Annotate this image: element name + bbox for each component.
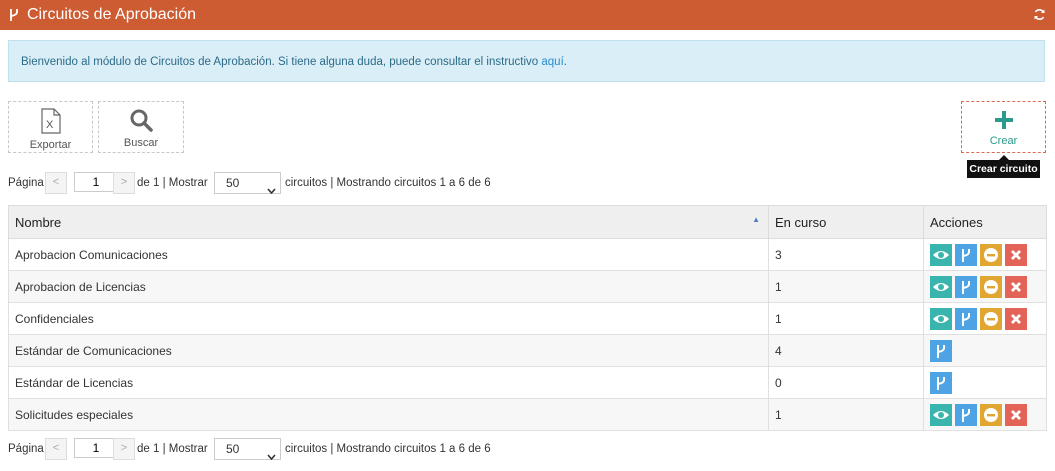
summary-text: circuitos | Mostrando circuitos 1 a 6 de… <box>285 177 491 189</box>
column-header-name[interactable]: Nombre ▲ <box>8 205 769 239</box>
per-page-select[interactable]: 50 <box>214 172 281 195</box>
row-count: 1 <box>768 270 924 303</box>
delete-button[interactable] <box>1005 307 1027 330</box>
row-count: 3 <box>768 238 924 271</box>
circuit-button[interactable] <box>930 371 952 394</box>
row-actions <box>923 366 1047 399</box>
per-page-value: 50 <box>226 442 240 456</box>
circuit-button[interactable] <box>955 307 977 330</box>
branch-icon <box>8 8 20 25</box>
circuit-button[interactable] <box>955 243 977 266</box>
create-button[interactable]: Crear <box>961 101 1046 153</box>
next-page-button[interactable]: > <box>113 438 135 460</box>
disable-button[interactable] <box>980 275 1002 298</box>
row-actions <box>923 238 1047 271</box>
page-input[interactable] <box>74 438 118 458</box>
row-count: 1 <box>768 398 924 431</box>
row-count: 4 <box>768 334 924 367</box>
table-row[interactable]: Aprobacion Comunicaciones 3 <box>8 238 1047 271</box>
column-header-actions: Acciones <box>923 205 1047 239</box>
of-text: de 1 | Mostrar <box>137 177 208 189</box>
row-name: Aprobacion Comunicaciones <box>8 238 769 271</box>
table-row[interactable]: Solicitudes especiales 1 <box>8 398 1047 431</box>
export-button[interactable]: X Exportar <box>8 101 93 153</box>
disable-button[interactable] <box>980 307 1002 330</box>
column-header-in-progress[interactable]: En curso <box>768 205 924 239</box>
row-actions <box>923 270 1047 303</box>
pager-bottom: Página < > de 1 | Mostrar 50 circuitos |… <box>8 438 528 461</box>
export-label: Exportar <box>29 139 72 151</box>
row-count: 0 <box>768 366 924 399</box>
circuit-button[interactable] <box>955 275 977 298</box>
info-banner: Bienvenido al módulo de Circuitos de Apr… <box>8 40 1045 82</box>
page-header: Circuitos de Aprobación <box>0 0 1055 30</box>
table-row[interactable]: Estándar de Licencias 0 <box>8 366 1047 399</box>
per-page-select[interactable]: 50 <box>214 438 281 461</box>
sort-asc-icon: ▲ <box>752 215 760 224</box>
page-label: Página <box>8 443 44 455</box>
circuit-button[interactable] <box>930 339 952 362</box>
instructions-link[interactable]: aquí <box>541 56 563 68</box>
delete-button[interactable] <box>1005 403 1027 426</box>
circuit-button[interactable] <box>955 403 977 426</box>
view-button[interactable] <box>930 275 952 298</box>
table-row[interactable]: Estándar de Comunicaciones 4 <box>8 334 1047 367</box>
next-page-button[interactable]: > <box>113 172 135 194</box>
create-label: Crear <box>989 135 1018 147</box>
row-name: Aprobacion de Licencias <box>8 270 769 303</box>
disable-button[interactable] <box>980 243 1002 266</box>
per-page-value: 50 <box>226 176 240 190</box>
view-button[interactable] <box>930 243 952 266</box>
row-count: 1 <box>768 302 924 335</box>
circuits-table: Nombre ▲ En curso Acciones Aprobacion Com… <box>8 205 1047 431</box>
page-title: Circuitos de Aprobación <box>27 6 196 23</box>
view-button[interactable] <box>930 307 952 330</box>
disable-button[interactable] <box>980 403 1002 426</box>
summary-text: circuitos | Mostrando circuitos 1 a 6 de… <box>285 443 491 455</box>
chevron-down-icon <box>267 446 276 466</box>
of-text: de 1 | Mostrar <box>137 443 208 455</box>
row-name: Confidenciales <box>8 302 769 335</box>
search-label: Buscar <box>123 137 159 149</box>
row-name: Solicitudes especiales <box>8 398 769 431</box>
table-row[interactable]: Confidenciales 1 <box>8 302 1047 335</box>
view-button[interactable] <box>930 403 952 426</box>
refresh-icon[interactable] <box>1033 8 1046 24</box>
pager-top: Página < > de 1 | Mostrar 50 circuitos |… <box>8 172 528 195</box>
page-label: Página <box>8 177 44 189</box>
excel-icon: X <box>9 108 92 137</box>
table-row[interactable]: Aprobacion de Licencias 1 <box>8 270 1047 303</box>
delete-button[interactable] <box>1005 243 1027 266</box>
plus-icon <box>994 110 1014 130</box>
prev-page-button[interactable]: < <box>45 172 67 194</box>
create-tooltip: Crear circuito <box>967 155 1040 178</box>
chevron-down-icon <box>267 180 276 200</box>
row-name: Estándar de Comunicaciones <box>8 334 769 367</box>
search-button[interactable]: Buscar <box>98 101 184 153</box>
info-text: Bienvenido al módulo de Circuitos de Apr… <box>21 56 542 68</box>
info-end: . <box>563 56 567 68</box>
row-actions <box>923 398 1047 431</box>
search-icon <box>99 108 183 135</box>
delete-button[interactable] <box>1005 275 1027 298</box>
svg-text:X: X <box>46 119 54 131</box>
row-actions <box>923 334 1047 367</box>
row-name: Estándar de Licencias <box>8 366 769 399</box>
page-input[interactable] <box>74 172 118 192</box>
prev-page-button[interactable]: < <box>45 438 67 460</box>
row-actions <box>923 302 1047 335</box>
